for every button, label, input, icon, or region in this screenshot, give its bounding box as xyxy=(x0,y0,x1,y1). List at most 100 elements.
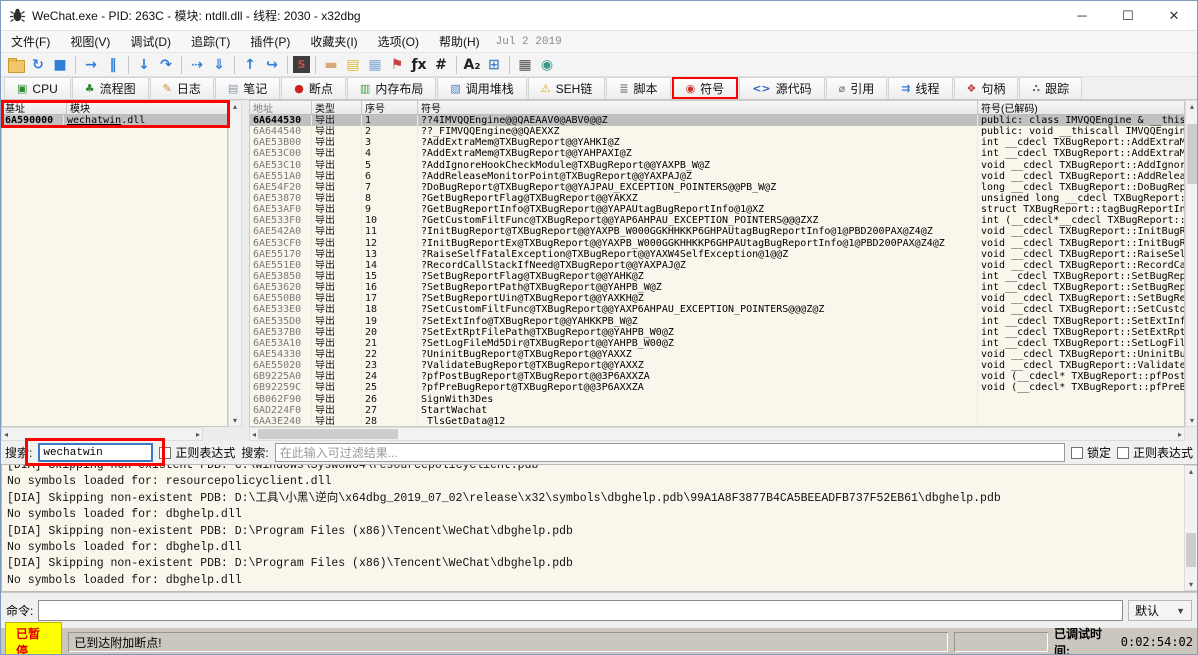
tab-log[interactable]: ✎日志 xyxy=(150,77,214,99)
tab-seh-chain[interactable]: ⚠SEH链 xyxy=(528,77,606,99)
tab-threads[interactable]: ⇉线程 xyxy=(888,77,952,99)
menu-item-f[interactable]: 文件(F) xyxy=(1,31,60,52)
menu-item-o[interactable]: 选项(O) xyxy=(368,31,429,52)
calculator-icon[interactable]: ▦ xyxy=(515,55,535,75)
hash-icon[interactable]: # xyxy=(431,55,451,75)
checkbox-icon[interactable] xyxy=(1117,447,1129,459)
tab-trace[interactable]: ∴跟踪 xyxy=(1019,77,1082,99)
symbol-filter-input[interactable] xyxy=(275,443,1065,462)
symbol-row[interactable]: 6AE542A0导出11?InitBugReport@TXBugReport@@… xyxy=(250,226,1184,237)
scroll-down-icon[interactable]: ▾ xyxy=(1187,579,1195,590)
symbol-row[interactable]: 6AE53620导出16?SetBugReportPath@TXBugRepor… xyxy=(250,282,1184,293)
scroll-left-icon[interactable]: ◂ xyxy=(250,429,258,440)
symbol-row[interactable]: 6AE551E0导出14?RecordCallStackIfNeed@TXBug… xyxy=(250,260,1184,271)
restart-icon[interactable]: ↻ xyxy=(28,55,48,75)
tab-handles[interactable]: ❖句柄 xyxy=(954,77,1019,99)
globe-icon[interactable]: ◉ xyxy=(537,55,557,75)
symbol-row[interactable]: 6AE54330导出22?UninitBugReport@TXBugReport… xyxy=(250,349,1184,360)
menu-item-p[interactable]: 插件(P) xyxy=(240,31,300,52)
skip-icon[interactable]: ⇢ xyxy=(187,55,207,75)
command-profile-dropdown[interactable]: 默认 ▼ xyxy=(1128,600,1192,621)
symbol-row[interactable]: 6AE55170导出13?RaiseSelfFatalException@TXB… xyxy=(250,249,1184,260)
modules-icon[interactable]: ⊞ xyxy=(484,55,504,75)
tab-source[interactable]: <>源代码 xyxy=(739,77,824,99)
symbol-row[interactable]: 6AE551A0导出6?AddReleaseMonitorPoint@TXBug… xyxy=(250,171,1184,182)
scroll-up-icon[interactable]: ▴ xyxy=(231,101,239,112)
symbols-header-address[interactable]: 地址 xyxy=(250,101,312,114)
regex-checkbox[interactable]: 正则表达式 xyxy=(159,444,235,461)
menu-item-i[interactable]: 收藏夹(I) xyxy=(300,31,367,52)
symbol-row[interactable]: 6A644540导出2??_FIMVQQEngine@@QAEXXZpublic… xyxy=(250,126,1184,137)
run-icon[interactable]: → xyxy=(81,55,101,75)
symbol-row[interactable]: 6AE55020导出23?ValidateBugReport@TXBugRepo… xyxy=(250,360,1184,371)
command-input[interactable] xyxy=(38,600,1123,621)
lock-checkbox[interactable]: 锁定 xyxy=(1071,444,1111,461)
tab-cpu[interactable]: ▣CPU xyxy=(4,77,71,99)
tab-graph[interactable]: ♣流程图 xyxy=(72,77,149,99)
scroll-up-icon[interactable]: ▴ xyxy=(1187,466,1195,477)
symbol-row[interactable]: 6AE53B00导出3?AddExtraMem@TXBugReport@@YAH… xyxy=(250,137,1184,148)
symbols-vertical-scrollbar[interactable]: ▴ ▾ xyxy=(1185,100,1198,427)
scrollbar-thumb[interactable] xyxy=(1187,124,1197,184)
attach-icon[interactable]: ↪ xyxy=(262,55,282,75)
symbol-row[interactable]: 6AE533F0导出10?GetCustomFiltFunc@TXBugRepo… xyxy=(250,215,1184,226)
az-icon[interactable]: A₂ xyxy=(462,55,482,75)
label-icon[interactable]: ▦ xyxy=(365,55,385,75)
symbols-horizontal-scrollbar[interactable]: ◂ ▸ xyxy=(249,427,1185,441)
log-vertical-scrollbar[interactable]: ▴ ▾ xyxy=(1184,465,1198,591)
tab-memory-map[interactable]: ▥内存布局 xyxy=(347,77,436,99)
module-search-input[interactable] xyxy=(38,443,153,462)
symbol-row[interactable]: 6AE53AF0导出9?GetBugReportInfo@TXBugReport… xyxy=(250,204,1184,215)
symbols-header-ordinal[interactable]: 序号 xyxy=(362,101,418,114)
symbol-row[interactable]: 6B9225A0导出24?pfPostBugReport@TXBugReport… xyxy=(250,371,1184,382)
symbol-row[interactable]: 6AE53870导出8?GetBugReportFlag@TXBugReport… xyxy=(250,193,1184,204)
step-over-icon[interactable]: ↷ xyxy=(156,55,176,75)
symbols-header-decorated[interactable]: 符号(已解码) xyxy=(978,101,1184,114)
symbols-header-symbol[interactable]: 符号 xyxy=(418,101,978,114)
close-button[interactable]: ✕ xyxy=(1151,1,1197,30)
tab-breakpoints[interactable]: ●断点 xyxy=(281,77,346,99)
symbol-row[interactable]: 6AE537B0导出20?SetExtRptFilePath@TXBugRepo… xyxy=(250,327,1184,338)
minimize-button[interactable]: ─ xyxy=(1059,1,1105,30)
symbol-row[interactable]: 6AE533E0导出18?SetCustomFiltFunc@TXBugRepo… xyxy=(250,304,1184,315)
step-out-icon[interactable]: ↑ xyxy=(240,55,260,75)
symbol-row[interactable]: 6AE53CF0导出12?InitBugReportEx@TXBugReport… xyxy=(250,238,1184,249)
open-file-icon[interactable] xyxy=(6,55,26,75)
patch-icon[interactable]: ▬ xyxy=(321,55,341,75)
symbol-row[interactable]: 6AA3E240导出28_TlsGetData@12 xyxy=(250,416,1184,427)
script-s-icon[interactable]: S xyxy=(293,56,310,73)
checkbox-icon[interactable] xyxy=(1071,447,1083,459)
checkbox-icon[interactable] xyxy=(159,447,171,459)
symbol-row[interactable]: 6A644530导出1??4IMVQQEngine@@QAEAAV0@ABV0@… xyxy=(250,115,1184,126)
symbols-header-type[interactable]: 类型 xyxy=(312,101,362,114)
bookmark-icon[interactable]: ⚑ xyxy=(387,55,407,75)
symbol-row[interactable]: 6AE53C00导出4?AddExtraMem@TXBugReport@@YAH… xyxy=(250,148,1184,159)
tab-symbols[interactable]: ◉符号 xyxy=(672,77,739,99)
modules-horizontal-scrollbar[interactable]: ◂ ▸ xyxy=(1,427,203,441)
menu-item-t[interactable]: 追踪(T) xyxy=(181,31,240,52)
scroll-left-icon[interactable]: ◂ xyxy=(2,429,10,440)
symbol-row[interactable]: 6AE53A10导出21?SetLogFileMd5Dir@TXBugRepor… xyxy=(250,338,1184,349)
comment-icon[interactable]: ▤ xyxy=(343,55,363,75)
symbol-row[interactable]: 6AE53850导出15?SetBugReportFlag@TXBugRepor… xyxy=(250,271,1184,282)
scrollbar-thumb[interactable] xyxy=(258,429,398,439)
symbol-row[interactable]: 6AE550B0导出17?SetBugReportUin@TXBugReport… xyxy=(250,293,1184,304)
run-until-return-icon[interactable]: ⇓ xyxy=(209,55,229,75)
symbol-row[interactable]: 6AD224F0导出27StartWachat xyxy=(250,405,1184,416)
regex2-checkbox[interactable]: 正则表达式 xyxy=(1117,444,1193,461)
maximize-button[interactable]: ☐ xyxy=(1105,1,1151,30)
tab-notes[interactable]: ▤笔记 xyxy=(215,77,280,99)
tab-script[interactable]: ≣脚本 xyxy=(606,77,670,99)
module-row[interactable]: 6A590000wechatwin.dll xyxy=(2,115,227,126)
symbol-row[interactable]: 6B062F90导出26SignWith3Des xyxy=(250,394,1184,405)
function-icon[interactable]: ƒx xyxy=(409,55,429,75)
menu-item-v[interactable]: 视图(V) xyxy=(60,31,120,52)
scroll-right-icon[interactable]: ▸ xyxy=(1176,429,1184,440)
symbol-row[interactable]: 6B92259C导出25?pfPreBugReport@TXBugReport@… xyxy=(250,382,1184,393)
scroll-right-icon[interactable]: ▸ xyxy=(194,429,202,440)
scrollbar-thumb[interactable] xyxy=(1186,533,1196,567)
menu-item-d[interactable]: 调试(D) xyxy=(120,31,181,52)
modules-vertical-scrollbar[interactable]: ▴ ▾ xyxy=(228,100,242,427)
pause-icon[interactable]: ‖ xyxy=(103,55,123,75)
tab-call-stack[interactable]: ▧调用堆栈 xyxy=(437,77,526,99)
